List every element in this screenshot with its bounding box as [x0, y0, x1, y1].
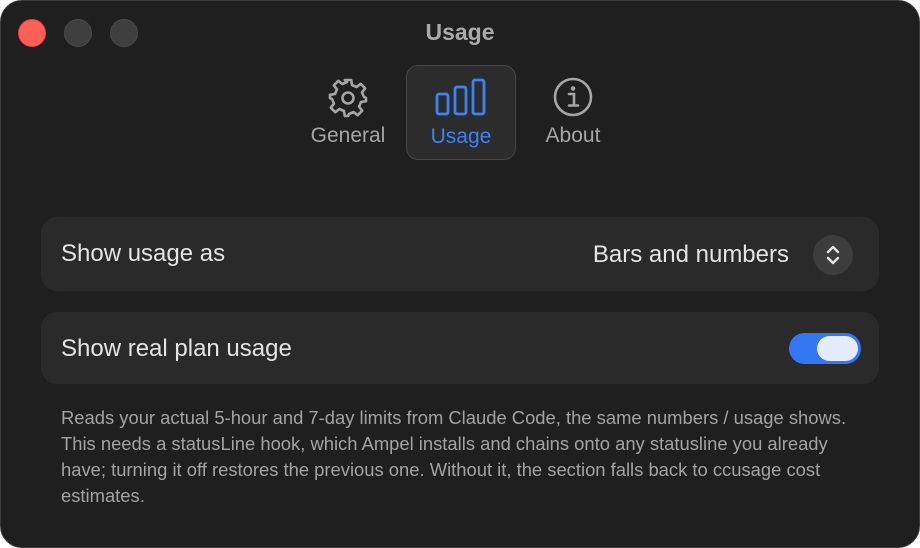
show-usage-as-select[interactable]: Bars and numbers [593, 240, 789, 270]
toggle-knob [817, 336, 858, 361]
tab-about[interactable]: About [518, 65, 628, 160]
info-icon [553, 77, 593, 117]
tab-general-label: General [310, 124, 386, 147]
gear-icon [328, 78, 368, 118]
select-stepper-button[interactable] [813, 235, 853, 275]
bar-chart-icon [435, 78, 486, 116]
show-real-plan-usage-row: Show real plan usage [41, 312, 879, 384]
tab-about-label: About [545, 124, 601, 147]
show-usage-as-row: Show usage as Bars and numbers [41, 217, 879, 291]
tab-general[interactable]: General [293, 65, 403, 160]
chevron-up-down-icon [826, 245, 840, 265]
show-real-plan-usage-label: Show real plan usage [61, 335, 292, 362]
window-title: Usage [425, 19, 495, 45]
plan-usage-description: Reads your actual 5-hour and 7-day limit… [61, 407, 847, 506]
tab-usage[interactable]: Usage [406, 65, 516, 160]
settings-window: Usage General Usage About Show usage as … [0, 0, 920, 548]
tab-usage-label: Usage [430, 125, 492, 148]
show-real-plan-usage-toggle[interactable] [789, 333, 861, 364]
show-usage-as-label: Show usage as [61, 240, 226, 267]
